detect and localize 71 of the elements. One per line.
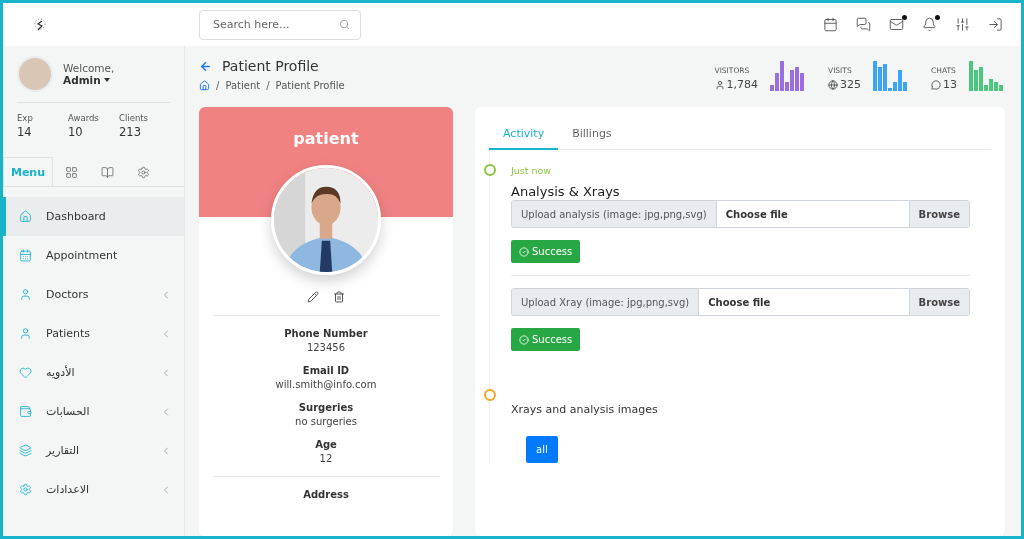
sparkline (969, 61, 1005, 91)
stat-value: 213 (119, 125, 141, 139)
breadcrumb-separator: / (216, 80, 220, 91)
breadcrumb-link[interactable]: Patient (225, 80, 261, 91)
user-icon (19, 288, 32, 301)
field-label: Phone Number (284, 328, 368, 339)
field-label: Address (303, 489, 349, 500)
nav-item[interactable]: Appointment (3, 236, 184, 275)
sparkline (770, 61, 806, 91)
logout-icon[interactable] (988, 17, 1003, 32)
stat-value: 325 (828, 78, 861, 91)
section-subtitle: Xrays and analysis images (511, 402, 659, 416)
nav-item[interactable]: Doctors (3, 275, 184, 314)
stat-label: Exp (17, 113, 33, 123)
delete-icon[interactable] (333, 291, 345, 303)
avatar (17, 56, 53, 92)
check-icon (519, 334, 529, 345)
heart-icon (19, 366, 32, 379)
stat-value: 13 (931, 78, 957, 91)
home-icon[interactable] (199, 80, 210, 91)
chat-icon (931, 79, 941, 90)
sliders-icon[interactable] (955, 17, 970, 32)
calendar-icon[interactable] (823, 17, 838, 32)
page-title: Patient Profile (222, 58, 319, 74)
breadcrumb-separator: / (266, 80, 270, 91)
field-label: Email ID (302, 365, 350, 376)
calendar-icon (19, 249, 32, 262)
nav-item[interactable]: التقارير (3, 431, 184, 470)
settings-icon (19, 483, 32, 496)
file-upload-field[interactable]: Upload analysis (image: jpg,png,svg) Choose file Browse (511, 200, 970, 228)
globe-icon (828, 79, 838, 90)
field-value: will.smith@info.com (275, 379, 377, 390)
edit-icon[interactable] (307, 291, 319, 303)
search-icon (339, 19, 350, 30)
stat-value: 10 (68, 125, 83, 139)
stat-label: Awards (68, 113, 99, 123)
check-icon (519, 246, 529, 257)
stat-label: Clients (119, 113, 149, 123)
breadcrumb-link[interactable]: Patient Profile (275, 80, 345, 91)
time-text: Just now (511, 164, 553, 176)
stat-value: 1,784 (714, 78, 758, 91)
sparkline (873, 61, 909, 91)
field-value: 12 (319, 453, 333, 464)
home-icon (19, 210, 32, 223)
wallet-icon (19, 405, 32, 418)
search-field[interactable]: Search here... (199, 9, 361, 40)
file-upload-field[interactable]: Upload Xray (image: jpg,png,svg) Choose file Browse (511, 288, 970, 316)
nav-item[interactable]: Patients (3, 314, 184, 353)
nav-item[interactable]: الأدويه (3, 353, 184, 392)
layers-icon (19, 444, 32, 457)
nav-item[interactable]: الحسابات (3, 392, 184, 431)
back-icon[interactable] (199, 59, 212, 73)
filter-button[interactable]: all (526, 436, 558, 463)
user-menu[interactable]: Admin (63, 74, 115, 86)
welcome-text: Welcome, (63, 62, 115, 74)
mail-icon[interactable] (889, 17, 904, 32)
nav-item[interactable]: Dashboard (3, 197, 184, 236)
patient-name: patient (293, 129, 359, 148)
user-icon (714, 79, 725, 90)
field-label: Surgeries (298, 402, 354, 413)
user-icon (19, 327, 32, 340)
tab[interactable]: Billings (558, 121, 626, 150)
field-label: Age (315, 439, 337, 450)
field-value: 123456 (306, 342, 346, 353)
chat-icon[interactable] (856, 17, 871, 32)
caret-icon (103, 78, 110, 82)
bell-icon[interactable] (922, 17, 937, 32)
nav-item[interactable]: الاعدادات (3, 470, 184, 509)
section-title: Analysis & Xrays (511, 184, 621, 199)
stat-value: 14 (17, 125, 32, 139)
field-value: no surgeries (295, 416, 357, 427)
